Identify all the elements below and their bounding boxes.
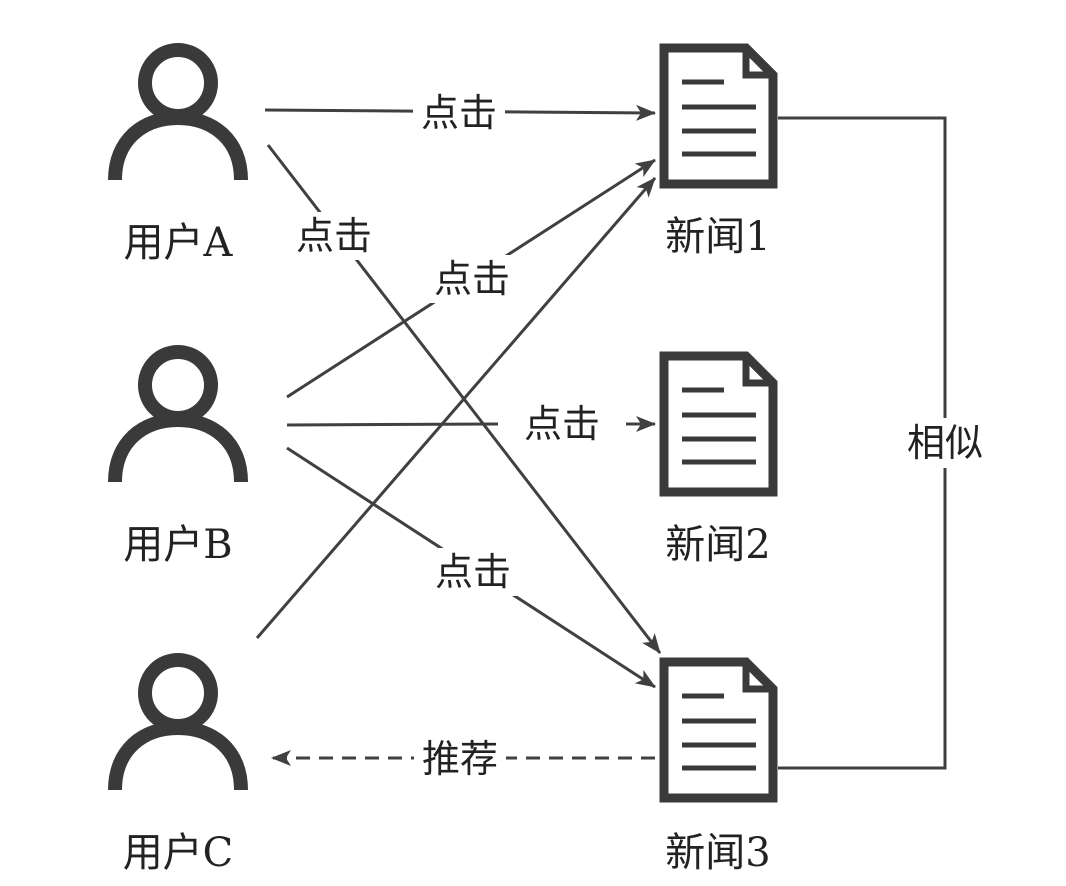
svg-text:点击: 点击 xyxy=(435,550,511,594)
user-label: 用户A xyxy=(124,220,234,266)
svg-text:点击: 点击 xyxy=(524,402,600,446)
svg-text:点击: 点击 xyxy=(296,214,372,258)
document-icon xyxy=(659,351,778,497)
user-node-c: 用户C xyxy=(108,653,248,876)
user-icon xyxy=(108,43,248,181)
user-icon xyxy=(108,345,248,483)
user-node-b: 用户B xyxy=(108,345,248,568)
news-node-2: 新闻2 xyxy=(659,351,778,568)
user-node-a: 用户A xyxy=(108,43,248,266)
svg-text:相似: 相似 xyxy=(907,421,983,465)
news-label: 新闻3 xyxy=(665,830,770,876)
news-label: 新闻2 xyxy=(665,522,770,568)
diagram-canvas: 点击 点击 点击 点击 点击 推荐 相似 用户A 用户B 用户C 新闻1 新闻2… xyxy=(108,43,992,876)
news-node-1: 新闻1 xyxy=(659,43,778,260)
svg-text:推荐: 推荐 xyxy=(422,737,498,781)
edge-label-b-news1: 点击 xyxy=(426,255,518,303)
edge-label-b-news2: 点击 xyxy=(512,400,612,448)
user-icon xyxy=(108,653,248,791)
document-icon xyxy=(659,657,778,803)
edge-label-b-news3: 点击 xyxy=(427,548,519,596)
user-label: 用户C xyxy=(123,830,234,876)
edge-label-similar: 相似 xyxy=(898,418,992,468)
svg-text:点击: 点击 xyxy=(421,91,497,135)
news-label: 新闻1 xyxy=(665,214,770,260)
user-label: 用户B xyxy=(123,522,232,568)
svg-text:点击: 点击 xyxy=(434,257,510,301)
edge-label-a-news3: 点击 xyxy=(288,212,380,260)
news-node-3: 新闻3 xyxy=(659,657,778,876)
document-icon xyxy=(659,43,778,189)
edge-label-a-news1: 点击 xyxy=(413,90,505,136)
edge-label-news3-c: 推荐 xyxy=(414,736,506,782)
